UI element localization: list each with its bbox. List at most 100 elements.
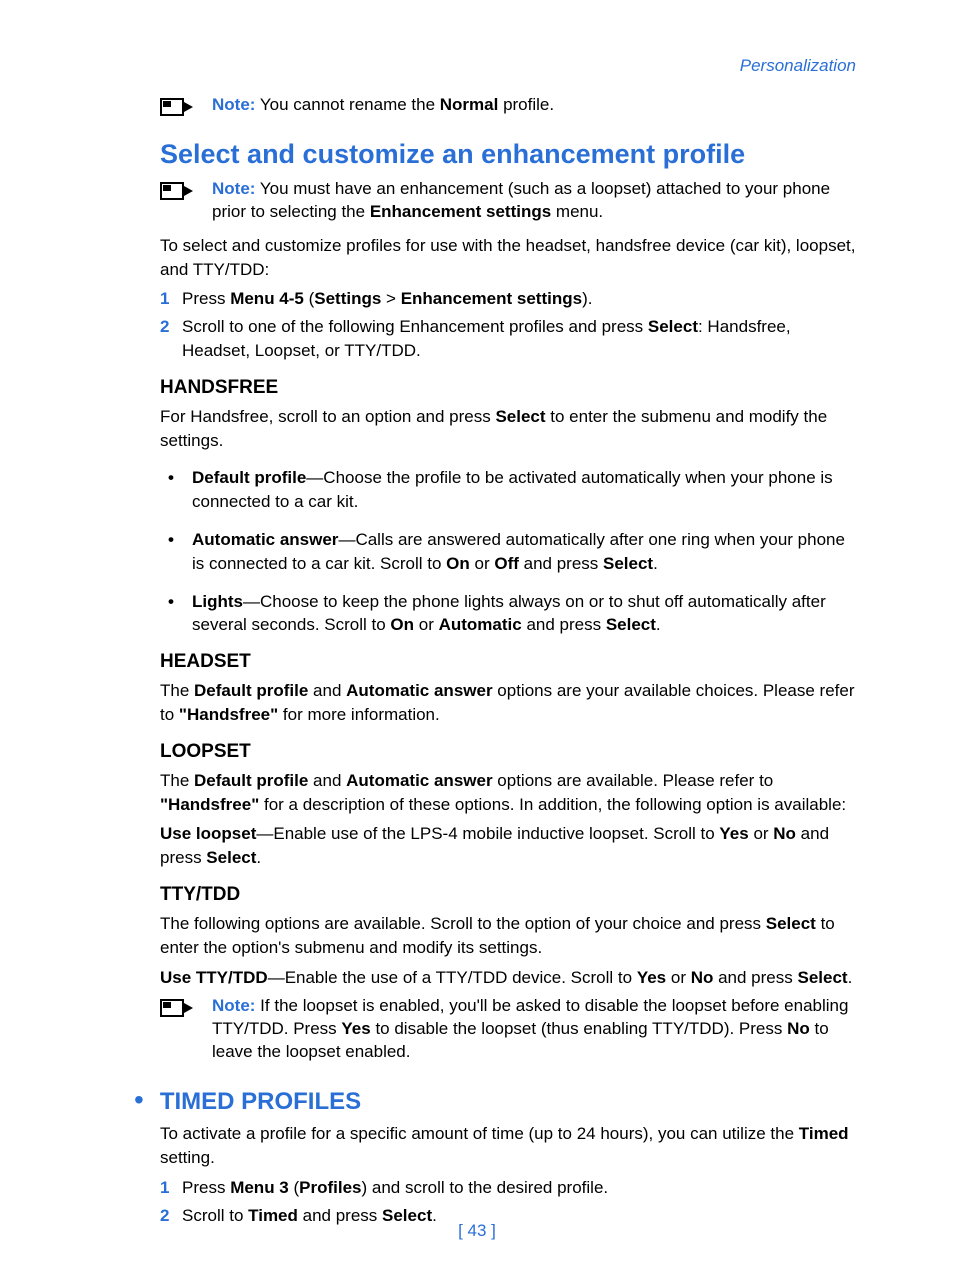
timed-intro: To activate a profile for a specific amo… xyxy=(160,1122,856,1170)
text: or xyxy=(666,968,691,987)
header-section-label: Personalization xyxy=(160,56,856,76)
text: —Enable the use of a TTY/TDD device. Scr… xyxy=(268,968,637,987)
bullet-icon: • xyxy=(168,528,182,576)
bullet-default-profile: • Default profile—Choose the profile to … xyxy=(168,466,856,514)
bold: Off xyxy=(494,554,519,573)
text: . xyxy=(656,615,661,634)
text: The xyxy=(160,681,194,700)
bold: No xyxy=(773,824,796,843)
step-body: Scroll to one of the following Enhanceme… xyxy=(182,315,856,363)
bold: Menu 3 xyxy=(230,1178,289,1197)
bold: Default profile xyxy=(194,771,308,790)
loopset-p2: Use loopset—Enable use of the LPS-4 mobi… xyxy=(160,822,856,870)
note-bold: Enhancement settings xyxy=(370,202,551,221)
bold: Use TTY/TDD xyxy=(160,968,268,987)
bold: Yes xyxy=(341,1019,370,1038)
step-number: 1 xyxy=(160,287,174,311)
text: The following options are available. Scr… xyxy=(160,914,766,933)
text: The xyxy=(160,771,194,790)
note-prefix: Note: xyxy=(212,95,255,114)
text: . xyxy=(848,968,853,987)
heading-tty-tdd: TTY/TDD xyxy=(160,884,856,906)
bold: Automatic answer xyxy=(346,771,492,790)
bold: Select xyxy=(766,914,816,933)
headset-paragraph: The Default profile and Automatic answer… xyxy=(160,679,856,727)
heading-handsfree: HANDSFREE xyxy=(160,377,856,399)
bold: Select xyxy=(206,848,256,867)
bold: "Handsfree" xyxy=(160,795,259,814)
heading-timed-profiles: TIMED PROFILES xyxy=(160,1088,361,1116)
note-enhancement-required: Note: You must have an enhancement (such… xyxy=(160,178,856,224)
bold: Automatic xyxy=(439,615,522,634)
timed-step-1: 1 Press Menu 3 (Profiles) and scroll to … xyxy=(160,1176,856,1200)
note-text: Note: You must have an enhancement (such… xyxy=(212,178,856,224)
step-body: Press Menu 3 (Profiles) and scroll to th… xyxy=(182,1176,856,1200)
text: and press xyxy=(519,554,603,573)
bold: Lights xyxy=(192,592,243,611)
text: for a description of these options. In a… xyxy=(259,795,846,814)
step-text: > xyxy=(381,289,400,308)
bold: No xyxy=(691,968,714,987)
step-number: 2 xyxy=(160,315,174,363)
bullet-automatic-answer: • Automatic answer—Calls are answered au… xyxy=(168,528,856,576)
bold: Profiles xyxy=(299,1178,361,1197)
note-text-part: profile. xyxy=(498,95,554,114)
bold: Default profile xyxy=(192,468,306,487)
bold: Automatic answer xyxy=(346,681,492,700)
text: —Enable use of the LPS-4 mobile inductiv… xyxy=(256,824,719,843)
bold: Yes xyxy=(719,824,748,843)
step-text: Scroll to one of the following Enhanceme… xyxy=(182,317,648,336)
note-text-part: You cannot rename the xyxy=(255,95,439,114)
tty-p1: The following options are available. Scr… xyxy=(160,912,856,960)
note-bold: Normal xyxy=(440,95,499,114)
text: and xyxy=(308,771,346,790)
text: . xyxy=(256,848,261,867)
bold: Yes xyxy=(637,968,666,987)
step-body: Press Menu 4-5 (Settings > Enhancement s… xyxy=(182,287,856,311)
step-2: 2 Scroll to one of the following Enhance… xyxy=(160,315,856,363)
bullet-body: Lights—Choose to keep the phone lights a… xyxy=(192,590,856,638)
bullet-lights: • Lights—Choose to keep the phone lights… xyxy=(168,590,856,638)
text: or xyxy=(414,615,439,634)
note-text-part: menu. xyxy=(551,202,603,221)
text: to disable the loopset (thus enabling TT… xyxy=(371,1019,787,1038)
bullet-body: Automatic answer—Calls are answered auto… xyxy=(192,528,856,576)
text: . xyxy=(653,554,658,573)
text: options are available. Please refer to xyxy=(493,771,774,790)
bold: Select xyxy=(606,615,656,634)
text: or xyxy=(749,824,774,843)
text: ) and scroll to the desired profile. xyxy=(362,1178,609,1197)
text: ( xyxy=(289,1178,299,1197)
bold: Select xyxy=(797,968,847,987)
text: and press xyxy=(713,968,797,987)
bold: No xyxy=(787,1019,810,1038)
step-number: 1 xyxy=(160,1176,174,1200)
step-bold: Menu 4-5 xyxy=(230,289,304,308)
text: and xyxy=(308,681,346,700)
manual-page: Personalization Note: You cannot rename … xyxy=(0,0,954,1271)
step-1: 1 Press Menu 4-5 (Settings > Enhancement… xyxy=(160,287,856,311)
text: setting. xyxy=(160,1148,215,1167)
note-prefix: Note: xyxy=(212,996,255,1015)
section-bullet-icon: • xyxy=(134,1086,144,1114)
heading-select-customize: Select and customize an enhancement prof… xyxy=(160,139,856,170)
note-prefix: Note: xyxy=(212,179,255,198)
note-tty-loopset: Note: If the loopset is enabled, you'll … xyxy=(160,995,856,1064)
text: or xyxy=(470,554,495,573)
note-text: Note: You cannot rename the Normal profi… xyxy=(212,94,554,117)
note-icon xyxy=(160,997,194,1024)
step-text: Press xyxy=(182,289,230,308)
bullet-icon: • xyxy=(168,466,182,514)
note-text: Note: If the loopset is enabled, you'll … xyxy=(212,995,856,1064)
bold: Automatic answer xyxy=(192,530,338,549)
heading-loopset: LOOPSET xyxy=(160,741,856,763)
text: Press xyxy=(182,1178,230,1197)
note-icon xyxy=(160,96,194,123)
bold: Timed xyxy=(799,1124,849,1143)
section-timed-profiles: • TIMED PROFILES xyxy=(160,1086,856,1116)
bold: On xyxy=(446,554,470,573)
bold: Select xyxy=(603,554,653,573)
bold: Select xyxy=(495,407,545,426)
text: for more information. xyxy=(278,705,440,724)
text: For Handsfree, scroll to an option and p… xyxy=(160,407,495,426)
